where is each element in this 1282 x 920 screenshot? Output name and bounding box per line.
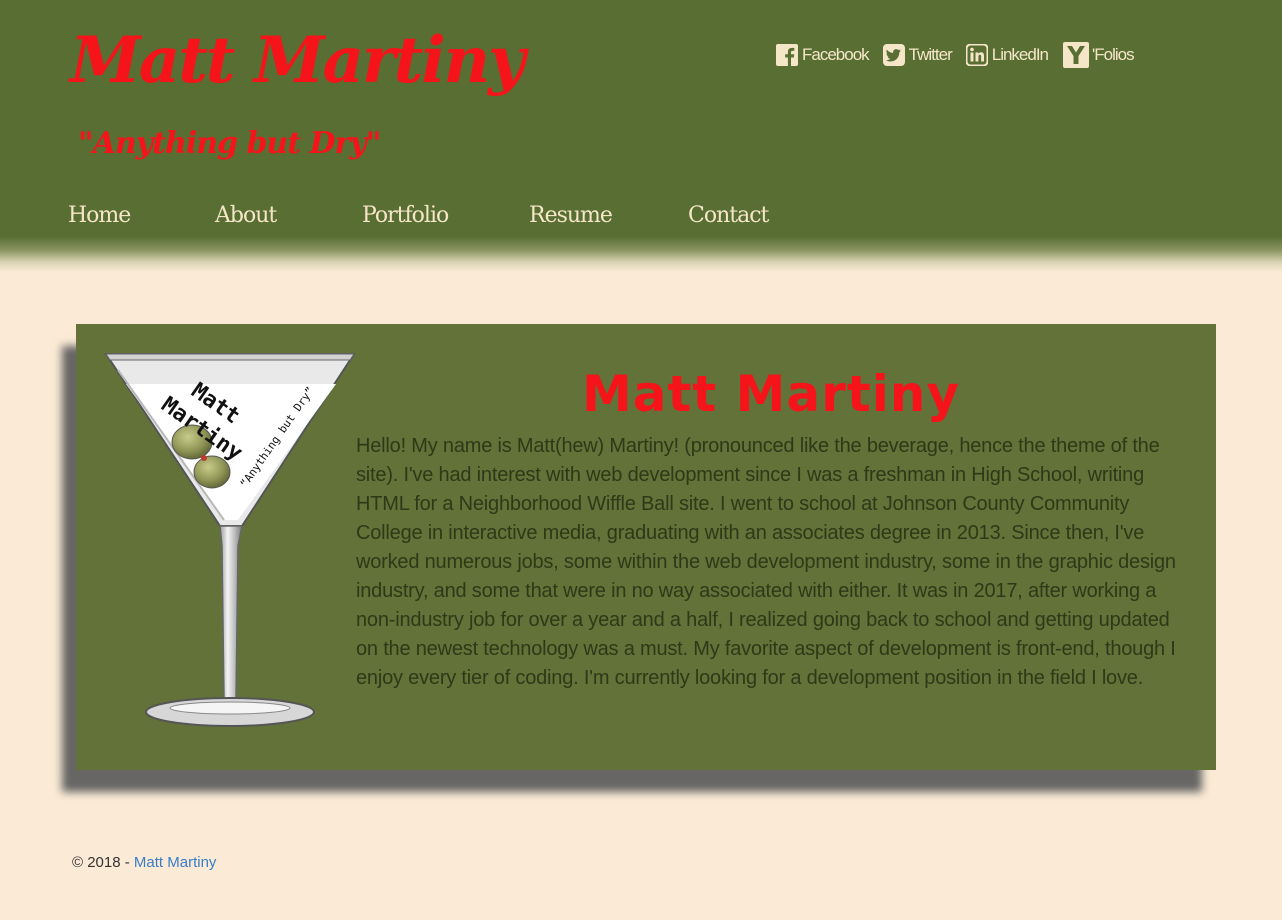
- twitter-link[interactable]: Twitter: [882, 44, 953, 66]
- nav-portfolio[interactable]: Portfolio: [362, 198, 449, 234]
- about-card: Matt Martiny “Anything but Dry” Matt Mar…: [76, 324, 1216, 770]
- facebook-icon: [776, 44, 798, 66]
- site-tagline: "Anything but Dry": [78, 126, 381, 161]
- nav-contact[interactable]: Contact: [688, 198, 769, 234]
- linkedin-label: LinkedIn: [991, 45, 1049, 64]
- martini-glass-logo: Matt Martiny “Anything but Dry”: [104, 353, 356, 727]
- footer-home-link[interactable]: Matt Martiny: [134, 854, 217, 871]
- facebook-link[interactable]: Facebook: [776, 44, 870, 66]
- nav-home[interactable]: Home: [68, 198, 131, 234]
- social-links: Facebook Twitter LinkedIn 'Folios: [776, 40, 1148, 70]
- twitter-label: Twitter: [908, 45, 953, 64]
- folios-link[interactable]: 'Folios: [1062, 41, 1135, 69]
- linkedin-icon: [965, 44, 988, 66]
- linkedin-link[interactable]: LinkedIn: [965, 44, 1049, 66]
- site-title[interactable]: Matt Martiny: [70, 20, 525, 102]
- about-bio: Hello! My name is Matt(hew) Martiny! (pr…: [356, 435, 1176, 689]
- twitter-icon: [882, 44, 905, 66]
- facebook-label: Facebook: [802, 45, 870, 64]
- nav-about[interactable]: About: [215, 198, 277, 234]
- about-heading: Matt Martiny: [581, 365, 961, 423]
- site-header: Matt Martiny "Anything but Dry" Facebook…: [0, 0, 1282, 272]
- folios-label: 'Folios: [1092, 45, 1135, 64]
- nav-resume[interactable]: Resume: [529, 198, 613, 234]
- site-footer: © 2018 - Matt Martiny: [72, 852, 216, 874]
- folios-icon: [1063, 42, 1090, 68]
- copyright-text: © 2018 -: [72, 854, 134, 871]
